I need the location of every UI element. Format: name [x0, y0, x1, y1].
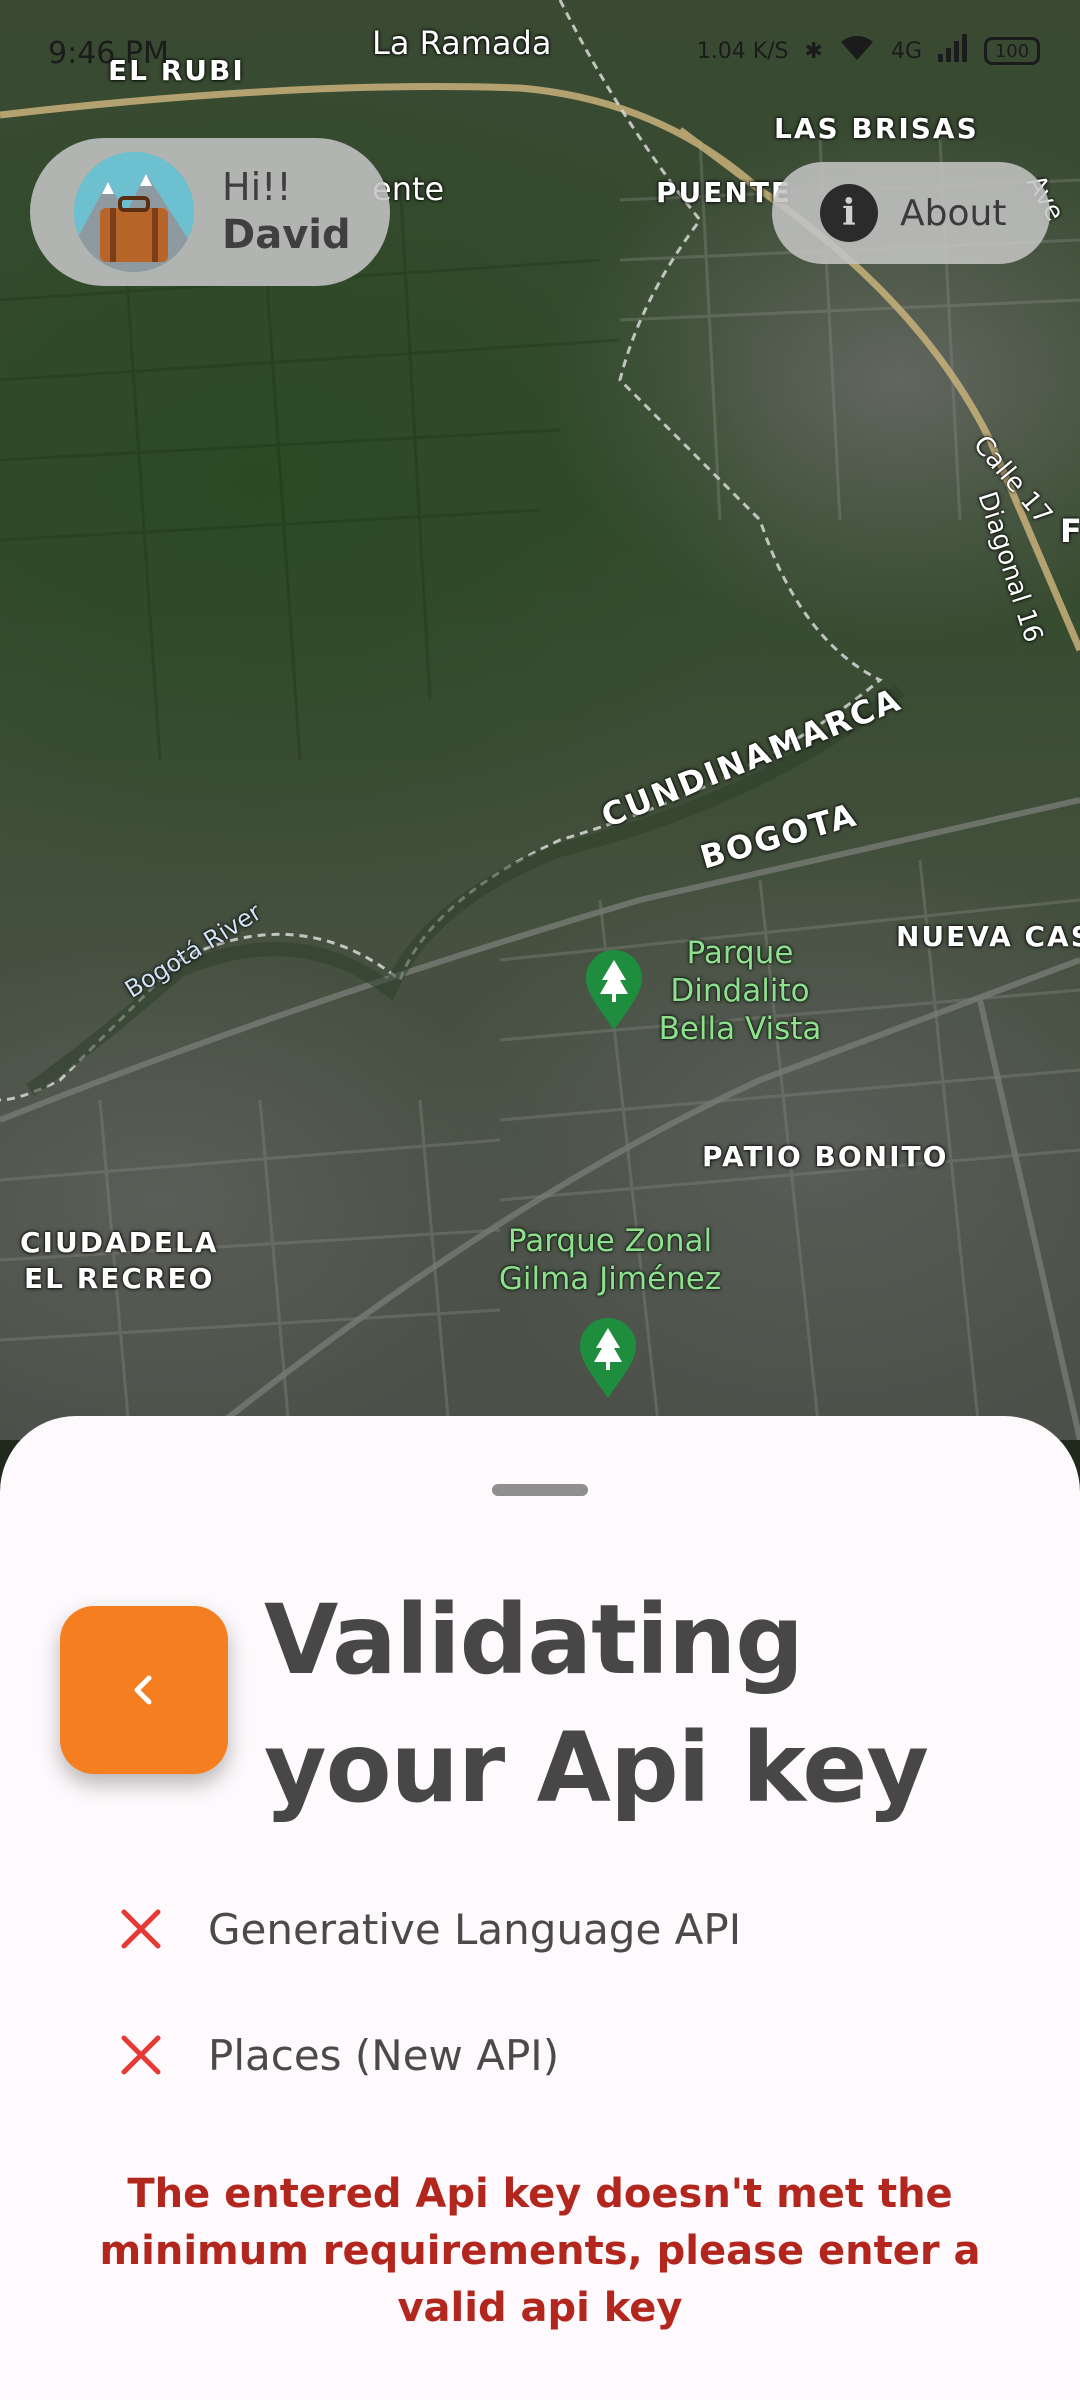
chevron-left-icon [134, 1675, 152, 1705]
avatar[interactable] [74, 152, 194, 272]
about-label: About [900, 192, 1007, 234]
check-row-places: Places (New API) [116, 2030, 559, 2080]
park-label-gilma-jimenez[interactable]: Parque Zonal Gilma Jiménez [480, 1222, 740, 1298]
error-message: The entered Api key doesn't met the mini… [99, 2171, 981, 2331]
suitcase-avatar-icon [74, 152, 194, 272]
check-label: Generative Language API [208, 1904, 742, 1954]
info-icon: i [820, 184, 878, 242]
bottom-sheet: Validating your Api key Generative Langu… [0, 1416, 1080, 2400]
map-label-el-recreo: EL RECREO [24, 1262, 215, 1295]
close-icon [121, 1909, 161, 1949]
close-icon [121, 2035, 161, 2075]
user-greeting-pill[interactable]: Hi!! David [30, 138, 390, 286]
map-label-nueva-cas: NUEVA CAS [896, 920, 1080, 953]
park-label-dindalito[interactable]: Parque Dindalito Bella Vista [640, 934, 840, 1048]
map-label-ciudadela: CIUDADELA [20, 1226, 219, 1259]
status-icons: 1.04 K/S ✱ 4G 100 [697, 34, 1040, 68]
sheet-drag-handle[interactable] [492, 1484, 588, 1496]
signal-icon [938, 34, 968, 68]
bluetooth-icon: ✱ [804, 38, 823, 64]
network-type: 4G [890, 38, 922, 64]
map-label-f: F [1060, 512, 1080, 550]
status-time: 9:46 PM [48, 36, 169, 71]
back-button[interactable] [60, 1606, 228, 1774]
greeting: Hi!! David [222, 164, 351, 260]
battery-icon: 100 [984, 37, 1040, 65]
check-row-generative-language: Generative Language API [116, 1904, 741, 1954]
status-bar: 9:46 PM 1.04 K/S ✱ 4G 100 [0, 0, 1080, 100]
park-pin-icon[interactable] [578, 1316, 638, 1400]
check-label: Places (New API) [208, 2030, 560, 2080]
park-pin-icon[interactable] [584, 948, 644, 1032]
user-name: David [222, 212, 351, 258]
about-button[interactable]: i About [772, 162, 1050, 264]
network-speed: 1.04 K/S [696, 38, 789, 64]
greeting-text: Hi!! [222, 165, 292, 209]
sheet-title: Validating your Api key [264, 1584, 929, 1824]
map-label-patio-bonito: PATIO BONITO [702, 1140, 949, 1173]
map-label-las-brisas: LAS BRISAS [774, 112, 979, 145]
wifi-icon [839, 34, 875, 68]
